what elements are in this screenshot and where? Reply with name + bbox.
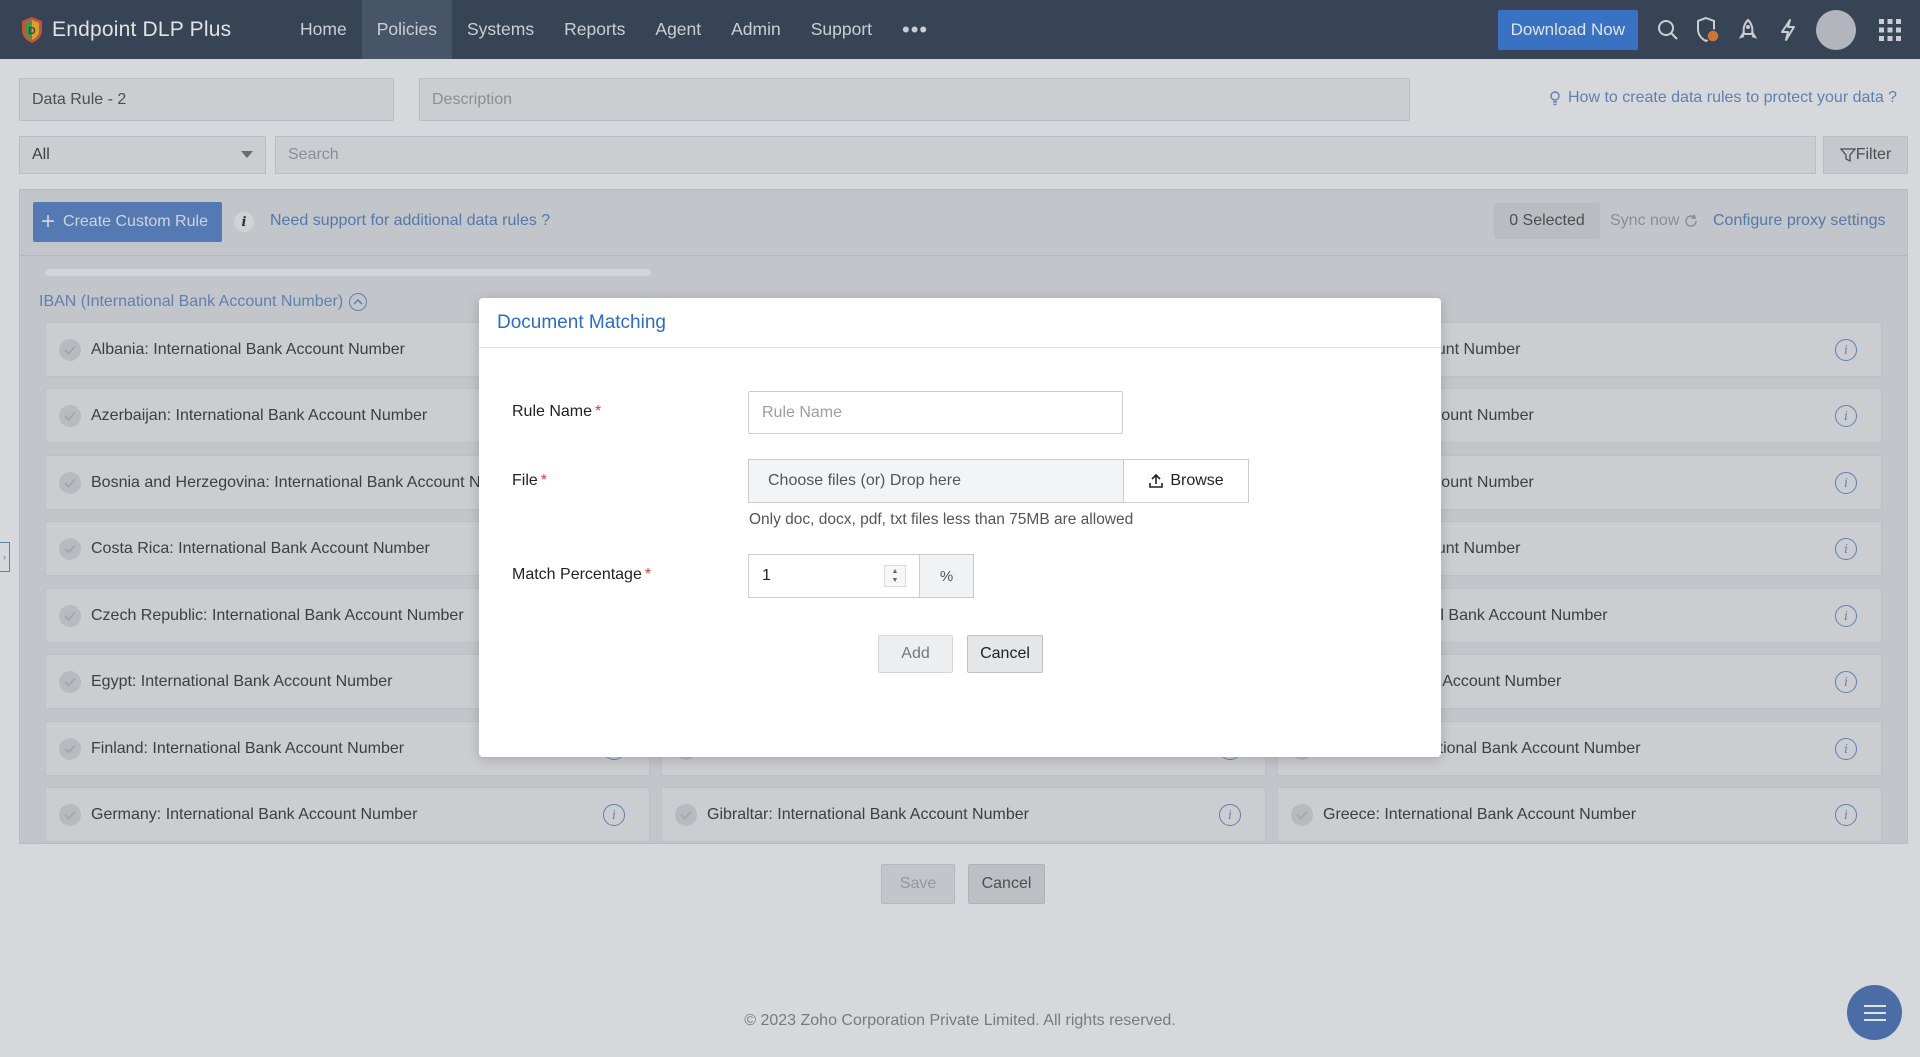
match-label-text: Match Percentage: [512, 566, 642, 583]
required-marker: *: [644, 566, 652, 583]
file-label: File *: [512, 472, 547, 490]
number-spinner-icon[interactable]: ▲ ▼: [884, 565, 906, 587]
file-label-text: File: [512, 472, 538, 489]
add-button[interactable]: Add: [878, 635, 953, 673]
rule-name-label: Rule Name *: [512, 403, 601, 421]
browse-label: Browse: [1170, 472, 1224, 489]
match-percentage-label: Match Percentage *: [512, 566, 651, 584]
dialog-title: Document Matching: [497, 311, 666, 333]
browse-button[interactable]: Browse: [1123, 459, 1249, 503]
file-hint-text: Only doc, docx, pdf, txt files less than…: [749, 511, 1134, 528]
rule-name-input[interactable]: Rule Name: [748, 391, 1123, 434]
dialog-cancel-button[interactable]: Cancel: [967, 635, 1043, 673]
percent-addon: %: [919, 555, 973, 597]
upload-icon: [1149, 473, 1164, 488]
match-value: 1: [762, 567, 771, 584]
match-percentage-input[interactable]: 1 ▲ ▼: [749, 555, 919, 597]
required-marker: *: [540, 472, 548, 489]
rule-name-label-text: Rule Name: [512, 403, 593, 420]
file-drop-zone[interactable]: Choose files (or) Drop here: [748, 459, 1124, 503]
required-marker: *: [595, 403, 602, 420]
match-percentage-field: 1 ▲ ▼ %: [748, 554, 974, 598]
document-matching-dialog: Document Matching Rule Name * Rule Name F…: [479, 298, 1441, 757]
dialog-header: Document Matching: [479, 298, 1441, 348]
